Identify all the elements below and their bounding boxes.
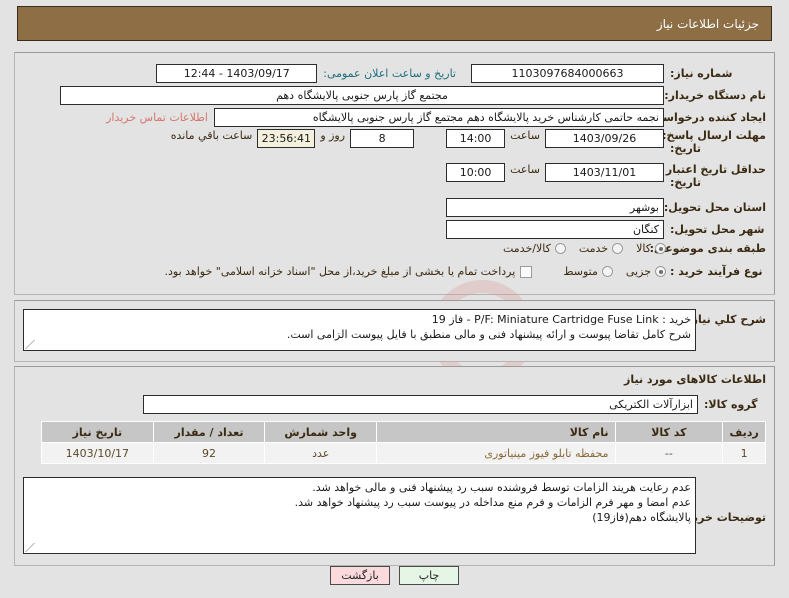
cell-code: -- bbox=[614, 442, 724, 464]
city-label: شهر محل تحویل: bbox=[670, 223, 765, 236]
buyer-notes-line-3: پالایشگاه دهم(فاز19) bbox=[592, 511, 691, 524]
radio-process-jozyi[interactable] bbox=[655, 266, 666, 277]
need-number-field[interactable]: 1103097684000663 bbox=[471, 64, 664, 83]
buyer-contact-link[interactable]: اطلاعات تماس خریدار bbox=[106, 111, 208, 124]
cell-radif: 1 bbox=[722, 442, 766, 464]
process-type-label: نوع فرآیند خرید : bbox=[670, 265, 763, 278]
price-valid-hour-field[interactable]: 10:00 bbox=[446, 163, 506, 182]
need-number-row: شماره نیاز: 1103097684000663 bbox=[471, 64, 766, 83]
treasury-docs-checkbox[interactable] bbox=[520, 265, 533, 278]
table-row[interactable]: 1 -- محفظه تابلو فیوز مینیاتوری عدد 92 1… bbox=[41, 442, 766, 464]
announce-date-label: تاریخ و ساعت اعلان عمومی: bbox=[323, 67, 456, 80]
need-number-label: شماره نیاز: bbox=[670, 67, 733, 80]
buyer-notes-line-1: عدم رعایت هریند الزامات توسط فروشنده سبب… bbox=[312, 481, 691, 494]
cell-qty: 92 bbox=[152, 442, 266, 464]
th-unit[interactable]: واحد شمارش bbox=[264, 421, 378, 443]
th-date[interactable]: تاریخ نیاز bbox=[41, 421, 154, 443]
subject-class-label: طبقه بندی موضوعی: bbox=[649, 242, 766, 255]
page-title: جزئیات اطلاعات نیاز bbox=[656, 16, 759, 31]
radio-subject-khedmat[interactable] bbox=[612, 243, 624, 254]
th-radif[interactable]: ردیف bbox=[722, 421, 766, 443]
radio-subject-kala-khedmat-label: کالا/خدمت bbox=[503, 242, 551, 255]
deadline-date-field[interactable]: 1403/09/26 bbox=[545, 129, 664, 148]
creator-field[interactable]: نجمه حاتمی کارشناس خرید پالایشگاه دهم مج… bbox=[214, 108, 664, 127]
resize-handle-icon[interactable] bbox=[25, 543, 34, 552]
days-remaining-field: 8 bbox=[350, 129, 415, 148]
need-description-panel: شرح كلي نياز: خرید : P/F: Miniature Cart… bbox=[14, 300, 775, 362]
description-line-1: خرید : P/F: Miniature Cartridge Fuse Lin… bbox=[431, 313, 691, 326]
cell-unit: عدد bbox=[264, 442, 378, 464]
process-type-row: نوع فرآیند خرید : جزیی متوسط پرداخت تمام… bbox=[156, 265, 766, 278]
announce-date-field[interactable]: 1403/09/17 - 12:44 bbox=[156, 64, 318, 83]
price-valid-label-line1: حداقل تاریخ اعتبار قیمت: تا bbox=[614, 163, 766, 176]
goods-table: ردیف کد کالا نام کالا واحد شمارش تعداد /… bbox=[41, 421, 766, 464]
radio-subject-kala-khedmat[interactable] bbox=[554, 243, 566, 254]
buyer-org-row: نام دستگاه خریدار: مجتمع گاز پارس جنوبی … bbox=[60, 86, 766, 105]
th-name[interactable]: نام کالا bbox=[376, 421, 616, 443]
description-line-2: شرح کامل تقاضا پیوست و ارائه پیشنهاد فنی… bbox=[286, 328, 691, 341]
radio-process-motavaset-label: متوسط bbox=[563, 265, 598, 278]
deadline-hour-label: ساعت bbox=[510, 129, 540, 142]
province-field[interactable]: بوشهر bbox=[446, 198, 664, 217]
treasury-docs-label: پرداخت تمام یا بخشی از مبلغ خرید،از محل … bbox=[164, 265, 516, 278]
creator-row: ایجاد کننده درخواست: نجمه حاتمی کارشناس … bbox=[106, 108, 766, 127]
city-row: شهر محل تحویل: کنگان bbox=[446, 220, 766, 239]
goods-section-title: اطلاعات کالاهای مورد نیاز bbox=[624, 373, 766, 386]
radio-subject-khedmat-label: خدمت bbox=[578, 242, 609, 255]
province-label: استان محل تحویل: bbox=[663, 201, 766, 214]
days-unit-label: روز و bbox=[320, 129, 346, 142]
cell-date: 1403/10/17 bbox=[41, 442, 154, 464]
countdown-field: 23:56:41 bbox=[257, 129, 316, 148]
description-label: شرح كلي نياز: bbox=[687, 313, 766, 326]
table-header-row: ردیف کد کالا نام کالا واحد شمارش تعداد /… bbox=[41, 421, 766, 443]
radio-process-motavaset[interactable] bbox=[601, 266, 613, 277]
province-row: استان محل تحویل: بوشهر bbox=[446, 198, 766, 217]
need-info-panel: شماره نیاز: 1103097684000663 تاریخ و ساع… bbox=[14, 52, 775, 295]
price-valid-date-field[interactable]: 1403/11/01 bbox=[545, 163, 664, 182]
deadline-row: مهلت ارسال پاسخ: تا تاریخ: 1403/09/26 سا… bbox=[166, 129, 766, 155]
deadline-label-line1: مهلت ارسال پاسخ: تا bbox=[650, 129, 766, 142]
radio-subject-kala-label: کالا bbox=[636, 242, 651, 255]
buyer-notes-line-2: عدم امضا و مهر فرم الزامات و فرم منع مدا… bbox=[294, 496, 691, 509]
goods-group-field[interactable]: ابزارآلات الکتریکی bbox=[143, 395, 698, 414]
buyer-notes-textarea[interactable]: عدم رعایت هریند الزامات توسط فروشنده سبب… bbox=[23, 477, 696, 554]
price-valid-hour-label: ساعت bbox=[510, 163, 540, 176]
goods-group-row: گروه کالا: ابزارآلات الکتریکی bbox=[143, 395, 766, 414]
resize-handle-icon[interactable] bbox=[25, 340, 34, 349]
buyer-org-field[interactable]: مجتمع گاز پارس جنوبی پالایشگاه دهم bbox=[60, 86, 664, 105]
cell-name: محفظه تابلو فیوز مینیاتوری bbox=[376, 442, 616, 464]
print-button[interactable]: چاپ bbox=[399, 566, 459, 585]
radio-subject-kala[interactable] bbox=[655, 243, 666, 254]
price-valid-label-line2: تاریخ: bbox=[670, 176, 702, 189]
countdown-suffix-label: ساعت باقي مانده bbox=[170, 129, 253, 142]
page-root: جزئیات اطلاعات نیاز شماره نیاز: 11030976… bbox=[0, 0, 789, 598]
back-button[interactable]: بازگشت bbox=[330, 566, 390, 585]
creator-label: ایجاد کننده درخواست: bbox=[647, 111, 766, 124]
announce-date-row: تاریخ و ساعت اعلان عمومی: 1403/09/17 - 1… bbox=[156, 64, 456, 83]
th-qty[interactable]: تعداد / مقدار bbox=[152, 421, 266, 443]
goods-group-label: گروه کالا: bbox=[704, 398, 758, 411]
th-code[interactable]: کد کالا bbox=[614, 421, 724, 443]
footer-button-bar: بازگشت چاپ bbox=[0, 566, 789, 585]
city-field[interactable]: کنگان bbox=[446, 220, 664, 239]
subject-classification-row: طبقه بندی موضوعی: کالا خدمت کالا/خدمت bbox=[494, 242, 766, 255]
window-title-bar: جزئیات اطلاعات نیاز bbox=[17, 6, 772, 41]
deadline-label-line2: تاریخ: bbox=[670, 142, 702, 155]
buyer-org-label: نام دستگاه خریدار: bbox=[664, 89, 766, 102]
radio-process-jozyi-label: جزیی bbox=[625, 265, 651, 278]
goods-panel: اطلاعات کالاهای مورد نیاز گروه کالا: ابز… bbox=[14, 366, 775, 566]
deadline-hour-field[interactable]: 14:00 bbox=[446, 129, 506, 148]
description-textarea[interactable]: خرید : P/F: Miniature Cartridge Fuse Lin… bbox=[23, 309, 696, 351]
price-validity-row: حداقل تاریخ اعتبار قیمت: تا تاریخ: 1403/… bbox=[446, 163, 766, 189]
